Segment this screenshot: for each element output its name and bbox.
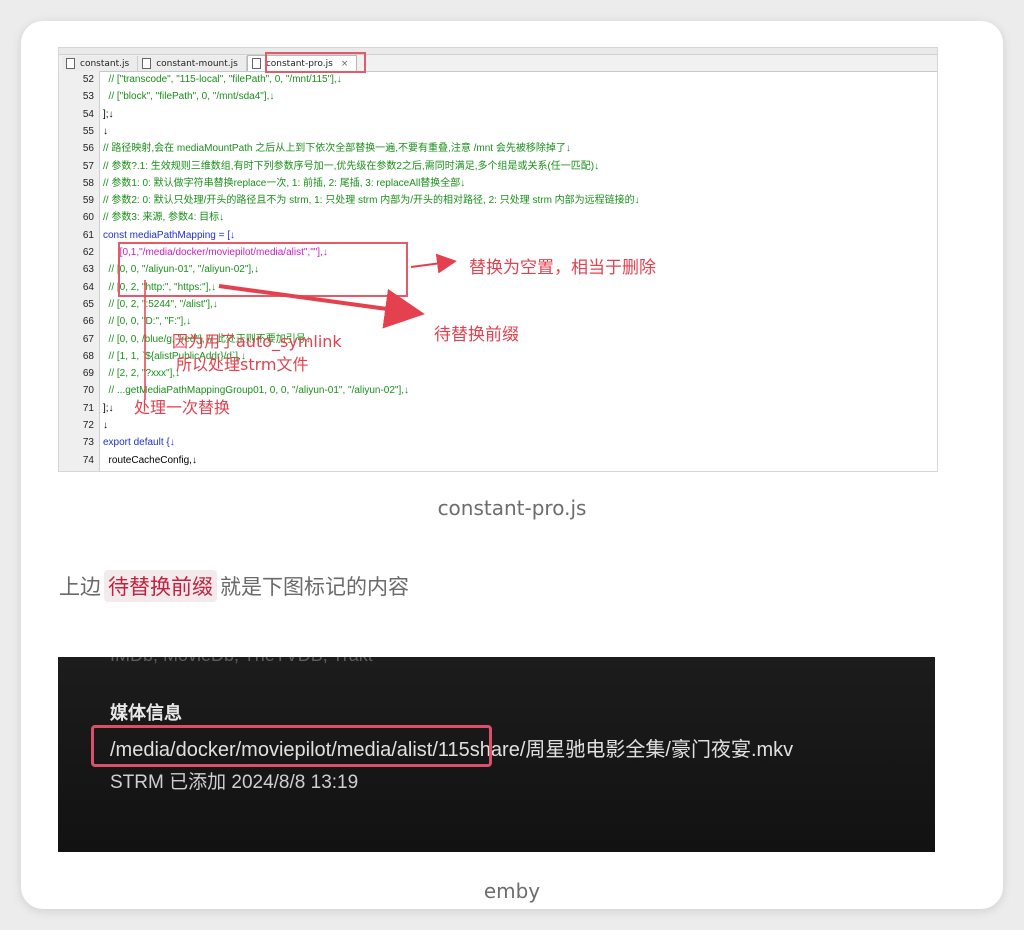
editor-screenshot: constant.js constant-mount.js constant-p… (58, 47, 938, 472)
caption-emby: emby (483, 879, 541, 903)
emby-section-title: 媒体信息 (110, 703, 182, 724)
annotation-replace-once: 处理一次替换 (134, 398, 231, 417)
emby-screenshot: IMDb, MovieDb, TheTVDB, Trakt 媒体信息 /medi… (58, 657, 935, 852)
annotation-because-symlink: 因为用了auto_symlink (172, 332, 342, 351)
emby-strm-info: STRM 已添加 2024/8/8 13:19 (110, 772, 359, 793)
explanation-paragraph: 上边 待替换前缀 就是下图标记的内容 (59, 570, 409, 602)
annotation-to-replace-prefix: 待替换前缀 (434, 325, 519, 345)
caption-constant-pro: constant-pro.js (437, 496, 587, 520)
annotation-replace-empty: 替换为空置，相当于删除 (469, 258, 656, 278)
emby-faded-links: IMDb, MovieDb, TheTVDB, Trakt (110, 657, 373, 666)
annotation-handle-strm: 所以处理strm文件 (176, 355, 309, 374)
content-card: constant.js constant-mount.js constant-p… (21, 21, 1003, 909)
paragraph-prefix: 上边 (59, 575, 101, 599)
emby-prefix-highlight-box (91, 725, 492, 767)
inline-code-highlight: 待替换前缀 (104, 570, 217, 602)
paragraph-suffix: 就是下图标记的内容 (220, 575, 409, 599)
